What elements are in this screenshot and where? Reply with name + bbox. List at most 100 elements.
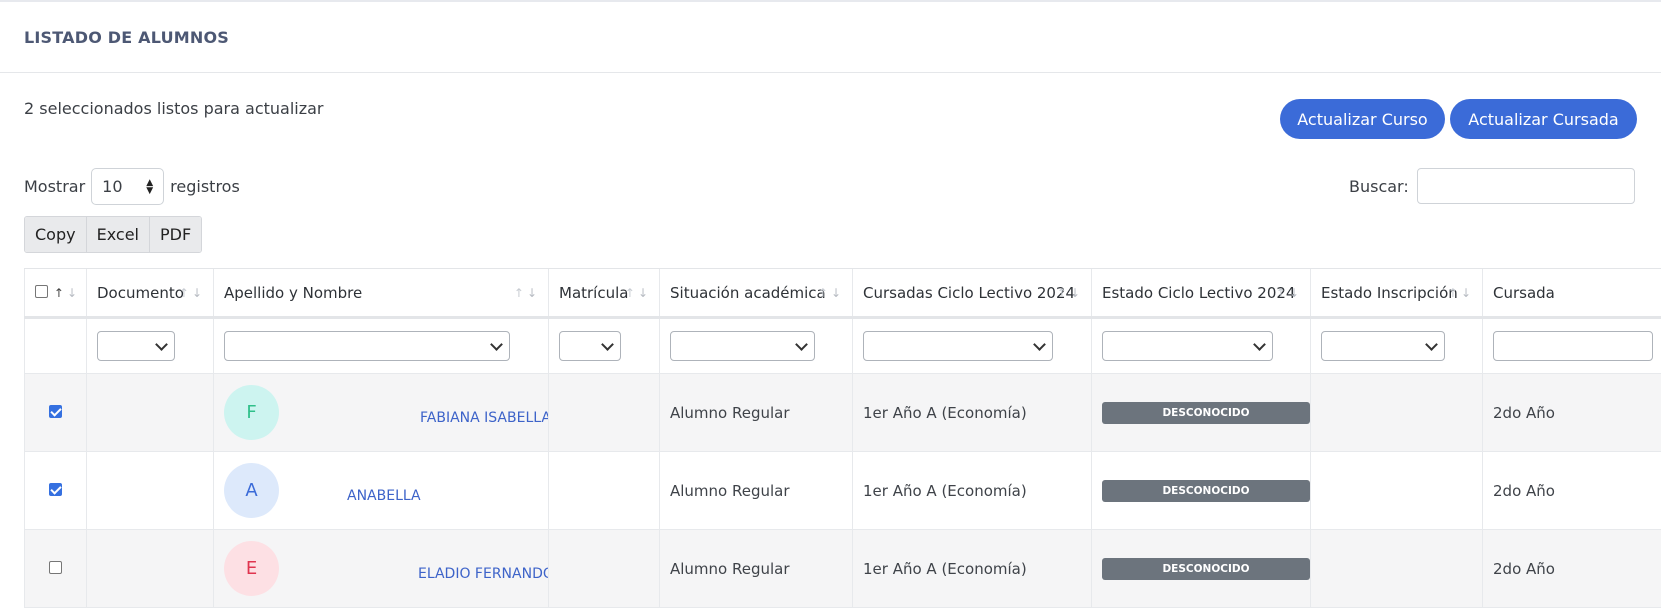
student-name-link[interactable]: ANABELLA [347, 487, 421, 503]
filter-nombre-select[interactable] [224, 331, 510, 361]
row-select-cell [25, 452, 87, 530]
length-menu-suffix: registros [170, 177, 240, 196]
filter-cell [87, 318, 214, 374]
estado-inscripcion-cell [1311, 374, 1483, 452]
filter-situacion-select[interactable] [670, 331, 815, 361]
student-cell: E ELADIO FERNANDO [214, 530, 549, 608]
length-select[interactable]: 10 ▲▼ [91, 168, 164, 205]
copy-button[interactable]: Copy [25, 217, 87, 252]
documento-cell [87, 374, 214, 452]
length-menu: Mostrar 10 ▲▼ registros [24, 168, 240, 205]
situacion-cell: Alumno Regular [660, 530, 853, 608]
situacion-cell: Alumno Regular [660, 374, 853, 452]
chevron-down-icon [490, 338, 503, 351]
column-header-cursada[interactable]: Cursada [1483, 269, 1661, 318]
chevron-down-icon [1253, 338, 1266, 351]
pdf-button[interactable]: PDF [150, 217, 201, 252]
column-header-cursadas[interactable]: Cursadas Ciclo Lectivo 2024↑↓ [853, 269, 1092, 318]
select-all-header: ↑↓ [25, 269, 87, 318]
status-badge: DESCONOCIDO [1102, 402, 1310, 424]
search-input[interactable] [1417, 168, 1635, 204]
chevron-down-icon [601, 338, 614, 351]
sort-arrows-icon: ↑↓ [818, 286, 844, 300]
status-badge: DESCONOCIDO [1102, 558, 1310, 580]
situacion-cell: Alumno Regular [660, 452, 853, 530]
excel-button[interactable]: Excel [87, 217, 150, 252]
length-select-value: 10 [102, 177, 122, 196]
row-checkbox[interactable] [49, 561, 62, 574]
students-card: LISTADO DE ALUMNOS 2 seleccionados listo… [0, 0, 1661, 606]
student-name-link[interactable]: FABIANA ISABELLA [420, 409, 549, 425]
filter-cell [1092, 318, 1311, 374]
sort-arrows-icon: ↑↓ [1057, 286, 1083, 300]
column-header-situacion[interactable]: Situación académica↑↓ [660, 269, 853, 318]
chevron-down-icon [1033, 338, 1046, 351]
table-row: F FABIANA ISABELLA Alumno Regular 1er Añ… [25, 374, 1661, 452]
estado-inscripcion-cell [1311, 530, 1483, 608]
sort-arrows-icon: ↑↓ [625, 286, 651, 300]
matricula-cell [549, 530, 660, 608]
cursada-cell: 2do Año [1483, 374, 1661, 452]
students-table: ↑↓ Documento↑↓ Apellido y Nombre↑↓ Matrí… [24, 269, 1661, 608]
sort-arrows-icon: ↑↓ [179, 286, 205, 300]
update-cursada-button[interactable]: Actualizar Cursada [1450, 99, 1637, 139]
matricula-cell [549, 452, 660, 530]
card-header: LISTADO DE ALUMNOS [0, 2, 1661, 73]
page-title: LISTADO DE ALUMNOS [24, 28, 229, 47]
status-badge: DESCONOCIDO [1102, 480, 1310, 502]
column-header-matricula[interactable]: Matrícula↑↓ [549, 269, 660, 318]
estado-ciclo-cell: DESCONOCIDO [1092, 374, 1311, 452]
filter-documento-select[interactable] [97, 331, 175, 361]
row-checkbox[interactable] [49, 483, 62, 496]
cursada-cell: 2do Año [1483, 530, 1661, 608]
update-course-button[interactable]: Actualizar Curso [1280, 99, 1445, 139]
students-table-wrapper: ↑↓ Documento↑↓ Apellido y Nombre↑↓ Matrí… [24, 268, 1661, 609]
student-cell: F FABIANA ISABELLA [214, 374, 549, 452]
filter-cell [1311, 318, 1483, 374]
length-menu-prefix: Mostrar [24, 177, 85, 196]
cursada-cell: 2do Año [1483, 452, 1661, 530]
sort-arrows-icon[interactable]: ↑↓ [54, 286, 80, 300]
column-header-documento[interactable]: Documento↑↓ [87, 269, 214, 318]
chevron-down-icon [795, 338, 808, 351]
matricula-cell [549, 374, 660, 452]
filter-cursadas-select[interactable] [863, 331, 1053, 361]
chevron-down-icon [155, 338, 168, 351]
filter-cell [660, 318, 853, 374]
documento-cell [87, 452, 214, 530]
row-select-cell [25, 374, 87, 452]
chevron-down-icon [1425, 338, 1438, 351]
filter-cell-empty [25, 318, 87, 374]
column-header-estado-inscripcion[interactable]: Estado Inscripción↑↓ [1311, 269, 1483, 318]
search-box: Buscar: [1349, 168, 1635, 204]
table-row: E ELADIO FERNANDO Alumno Regular 1er Año… [25, 530, 1661, 608]
updown-arrows-icon: ▲▼ [146, 179, 153, 195]
student-cell: A ANABELLA [214, 452, 549, 530]
column-header-estado-ciclo[interactable]: Estado Ciclo Lectivo 2024↑↓ [1092, 269, 1311, 318]
filter-estado-ciclo-select[interactable] [1102, 331, 1273, 361]
cursadas-cell: 1er Año A (Economía) [853, 452, 1092, 530]
search-label: Buscar: [1349, 177, 1409, 196]
select-all-checkbox[interactable] [35, 285, 48, 298]
filter-cursada-select[interactable] [1493, 331, 1653, 361]
estado-ciclo-cell: DESCONOCIDO [1092, 530, 1311, 608]
sort-arrows-icon: ↑↓ [514, 286, 540, 300]
filter-cell [549, 318, 660, 374]
selection-info: 2 seleccionados listos para actualizar [24, 99, 324, 118]
row-select-cell [25, 530, 87, 608]
sort-arrows-icon: ↑↓ [1448, 286, 1474, 300]
filter-cell [214, 318, 549, 374]
filter-cell [1483, 318, 1661, 374]
cursadas-cell: 1er Año A (Economía) [853, 530, 1092, 608]
table-row: A ANABELLA Alumno Regular 1er Año A (Eco… [25, 452, 1661, 530]
estado-ciclo-cell: DESCONOCIDO [1092, 452, 1311, 530]
table-header-row: ↑↓ Documento↑↓ Apellido y Nombre↑↓ Matrí… [25, 269, 1661, 318]
filter-estado-inscripcion-select[interactable] [1321, 331, 1445, 361]
student-name-link[interactable]: ELADIO FERNANDO [418, 565, 549, 581]
avatar: F [224, 385, 279, 440]
column-header-apellido-nombre[interactable]: Apellido y Nombre↑↓ [214, 269, 549, 318]
row-checkbox[interactable] [49, 405, 62, 418]
avatar: E [224, 541, 279, 596]
estado-inscripcion-cell [1311, 452, 1483, 530]
filter-matricula-select[interactable] [559, 331, 621, 361]
